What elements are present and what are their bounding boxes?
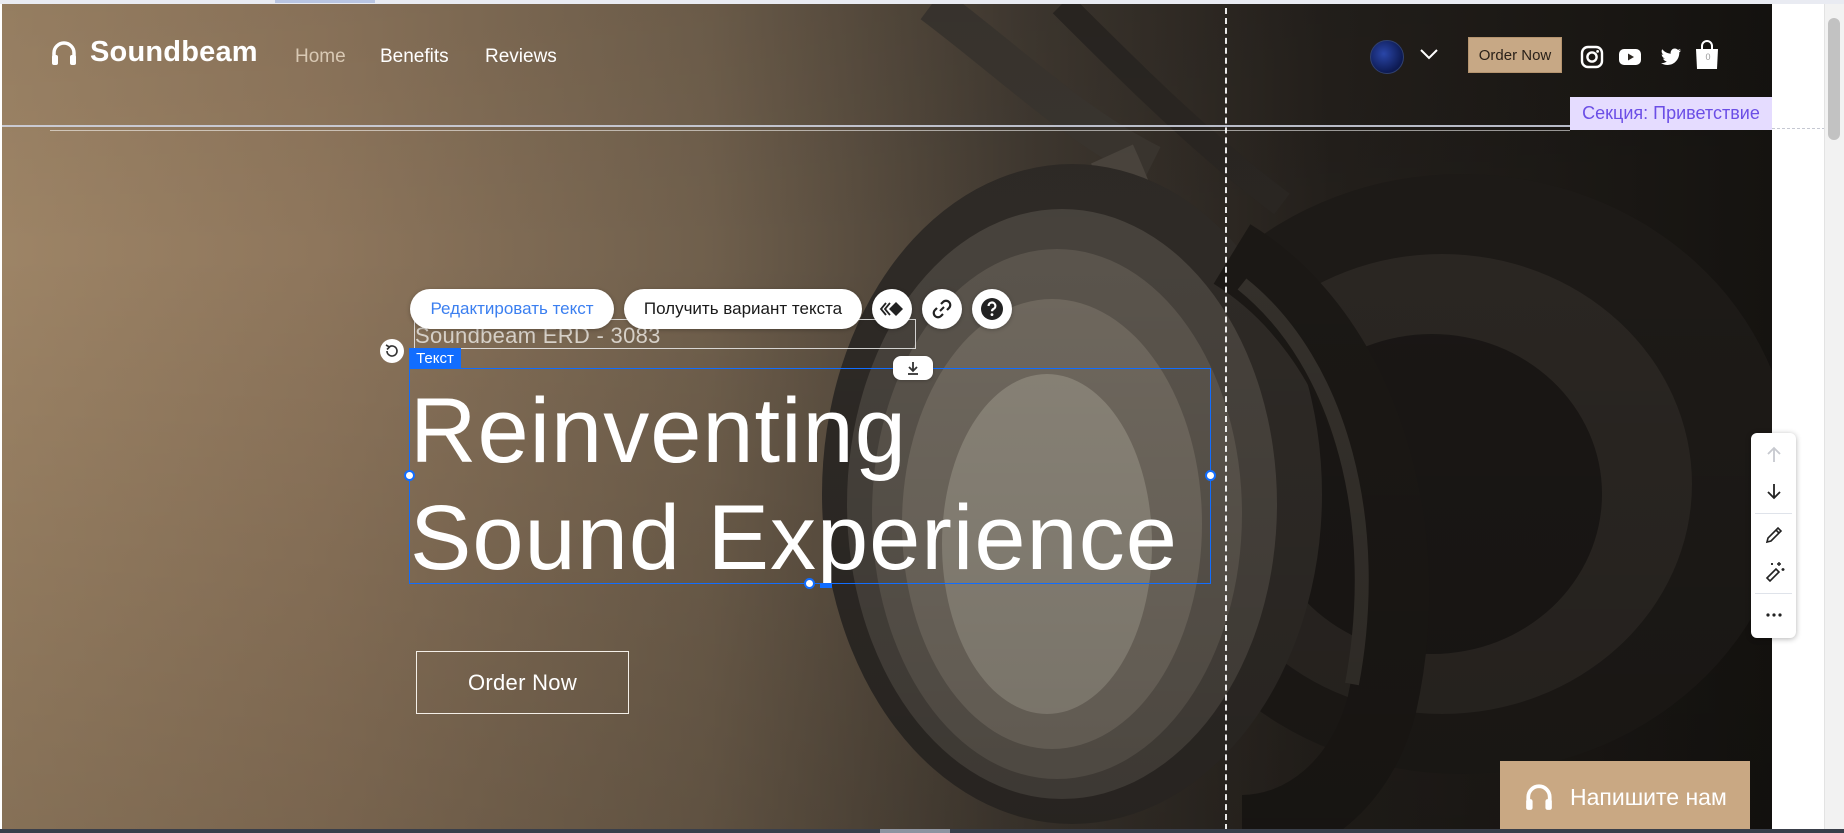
section-label[interactable]: Секция: Приветствие — [1570, 97, 1772, 130]
chat-label: Напишите нам — [1570, 783, 1727, 810]
chat-widget-button[interactable]: Напишите нам — [1500, 761, 1750, 833]
arrow-down-icon — [1766, 484, 1781, 500]
chevron-down-icon[interactable] — [1418, 46, 1440, 62]
section-guide-line — [1772, 128, 1830, 129]
brand-name: Soundbeam — [90, 36, 258, 68]
hero-order-button[interactable]: Order Now — [416, 651, 629, 714]
header-underline — [50, 130, 1570, 131]
panel-divider — [1755, 593, 1792, 594]
move-up-button[interactable] — [1751, 437, 1796, 473]
rotate-icon — [385, 344, 398, 357]
more-actions-button[interactable] — [1751, 597, 1796, 633]
help-button[interactable] — [972, 289, 1012, 329]
twitter-icon[interactable] — [1659, 45, 1683, 69]
header-divider — [2, 125, 1772, 127]
arrow-up-icon — [1766, 446, 1781, 462]
link-button[interactable] — [922, 289, 962, 329]
headline-line-2: Sound Experience — [410, 487, 1178, 589]
element-side-panel — [1751, 433, 1796, 638]
headphones-icon — [1526, 784, 1552, 810]
pen-icon — [1765, 526, 1782, 544]
get-text-variant-button[interactable]: Получить вариант текста — [624, 289, 862, 329]
globe-icon[interactable] — [1370, 40, 1404, 74]
bottom-bar-handle — [880, 829, 950, 833]
help-icon — [981, 298, 1003, 320]
anchor-button[interactable] — [893, 356, 933, 380]
scrollbar-thumb[interactable] — [1828, 18, 1840, 140]
resize-handle-left[interactable] — [404, 470, 415, 481]
bottom-handle-tick — [820, 583, 832, 588]
edit-text-button[interactable]: Редактировать текст — [410, 289, 614, 329]
animation-icon — [879, 302, 903, 316]
editor-canvas: Soundbeam Home Benefits Reviews Order No… — [0, 0, 1844, 833]
headphones-icon — [52, 40, 76, 65]
link-icon — [932, 299, 952, 319]
cart-count: 0 — [1705, 52, 1711, 62]
instagram-icon[interactable] — [1580, 45, 1604, 69]
magic-wand-icon — [1765, 562, 1784, 582]
resize-handle-right[interactable] — [1205, 470, 1216, 481]
rotate-handle[interactable] — [380, 339, 404, 363]
nav-reviews[interactable]: Reviews — [485, 46, 557, 68]
more-icon — [1765, 613, 1782, 617]
vertical-guide-line — [1225, 8, 1227, 830]
ai-tools-button[interactable] — [1751, 553, 1796, 589]
hero-headline[interactable]: Reinventing Sound Experience — [410, 378, 1178, 592]
nav-home[interactable]: Home — [295, 46, 346, 68]
editor-top-strip-accent — [275, 0, 375, 3]
headline-line-1: Reinventing — [410, 380, 907, 482]
anchor-icon — [908, 362, 918, 375]
text-edit-toolbar: Редактировать текст Получить вариант тек… — [410, 289, 1012, 329]
panel-divider — [1755, 513, 1792, 514]
animation-button[interactable] — [872, 289, 912, 329]
site-logo[interactable]: Soundbeam — [50, 36, 258, 69]
header-order-button[interactable]: Order Now — [1468, 37, 1562, 73]
move-down-button[interactable] — [1751, 473, 1796, 509]
resize-handle-bottom[interactable] — [804, 578, 815, 589]
nav-benefits[interactable]: Benefits — [380, 46, 449, 68]
selection-tag: Текст — [409, 348, 461, 368]
youtube-icon[interactable] — [1618, 45, 1642, 69]
edit-design-button[interactable] — [1751, 517, 1796, 553]
